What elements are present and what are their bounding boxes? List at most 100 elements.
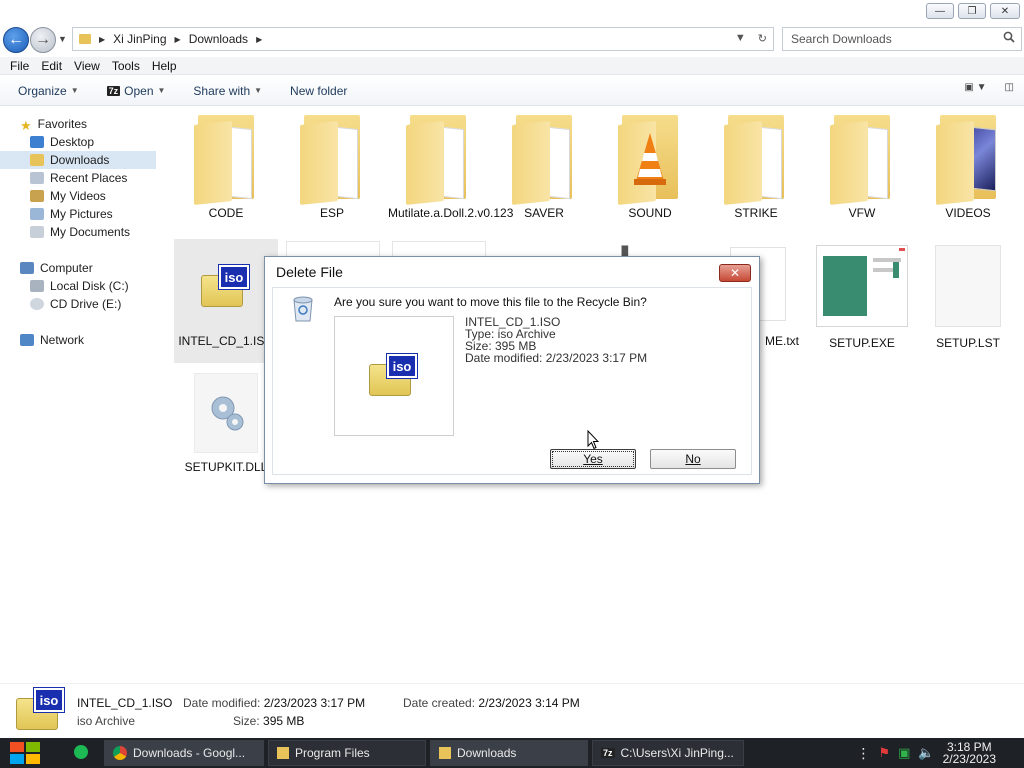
- file-item[interactable]: ESP: [282, 113, 382, 219]
- search-icon[interactable]: [1003, 31, 1015, 43]
- taskbar-app-7zip[interactable]: 7z C:\Users\Xi JinPing...: [592, 740, 744, 766]
- exe-thumbnail-icon: [816, 245, 908, 327]
- nav-network[interactable]: Network: [0, 331, 156, 349]
- address-row: ← → ▼ ▶ Xi JinPing ▶ Downloads ▶ ▼ ↻ Sea…: [0, 24, 1024, 56]
- chevron-down-icon: ▼: [157, 86, 166, 95]
- details-file-name: INTEL_CD_1.ISO: [77, 696, 173, 710]
- nav-downloads[interactable]: Downloads: [0, 151, 156, 169]
- change-view-icon[interactable]: ▣ ▼: [964, 82, 986, 93]
- traffic-cone-icon: [634, 133, 666, 185]
- taskbar-app-label: Downloads - Googl...: [133, 746, 246, 760]
- preview-pane-icon[interactable]: ◫: [1005, 82, 1014, 93]
- forward-button[interactable]: →: [30, 27, 56, 53]
- nav-local-disk[interactable]: Local Disk (C:): [0, 277, 156, 295]
- start-button[interactable]: [8, 740, 42, 766]
- breadcrumb-user[interactable]: Xi JinPing: [113, 32, 166, 46]
- nav-my-videos[interactable]: My Videos: [0, 187, 156, 205]
- menu-edit[interactable]: Edit: [35, 59, 68, 73]
- file-name: ESP: [319, 206, 344, 220]
- iso-file-icon: iso: [16, 687, 66, 732]
- clock-date: 2/23/2023: [942, 752, 996, 766]
- nav-favorites[interactable]: ★ Favorites: [20, 115, 176, 133]
- address-bar[interactable]: ▶ Xi JinPing ▶ Downloads ▶ ▼ ↻: [72, 27, 774, 51]
- menu-file[interactable]: File: [4, 59, 35, 73]
- details-size-value: 395 MB: [263, 714, 305, 728]
- more-icon[interactable]: ⋮: [856, 745, 870, 762]
- organize-button[interactable]: Organize ▼: [10, 84, 87, 98]
- menu-view[interactable]: View: [68, 59, 106, 73]
- taskbar-app-label: Downloads: [457, 746, 517, 760]
- new-folder-label: New folder: [290, 83, 348, 98]
- no-label: No: [685, 452, 701, 466]
- 7zip-icon: 7z: [601, 748, 615, 758]
- file-item[interactable]: STRIKE: [706, 113, 806, 219]
- nav-my-documents[interactable]: My Documents: [0, 223, 156, 241]
- view-controls: ▣ ▼ ◫: [964, 82, 1014, 93]
- chevron-right-icon[interactable]: ▶: [175, 35, 181, 44]
- clock[interactable]: 3:18 PM 2/23/2023: [943, 741, 996, 765]
- file-item[interactable]: SOUND: [600, 113, 700, 219]
- minimize-button[interactable]: —: [926, 3, 954, 19]
- file-item[interactable]: CODE: [176, 113, 276, 219]
- recent-places-icon: [30, 172, 44, 184]
- navigation-pane: ★ Favorites Desktop Downloads Recent Pla…: [0, 107, 158, 682]
- folder-icon: [724, 113, 788, 205]
- file-name: SETUP.EXE: [829, 336, 895, 350]
- file-item[interactable]: SETUPKIT.DLL: [176, 373, 276, 473]
- back-button[interactable]: ←: [3, 27, 29, 53]
- file-name: VFW: [848, 206, 876, 220]
- recent-pages-dropdown[interactable]: ▼: [58, 34, 67, 44]
- maximize-button[interactable]: ❐: [958, 3, 986, 19]
- yes-button[interactable]: Yes: [550, 449, 636, 469]
- search-placeholder: Search Downloads: [791, 32, 892, 46]
- file-item[interactable]: Mutilate.a.Doll.2.v0.123: [388, 113, 514, 220]
- nav-my-pictures[interactable]: My Pictures: [0, 205, 156, 223]
- nav-desktop[interactable]: Desktop: [0, 133, 156, 151]
- address-history-dropdown[interactable]: ▼: [735, 32, 746, 45]
- taskbar-app-chrome[interactable]: Downloads - Googl...: [104, 740, 264, 766]
- nav-computer[interactable]: Computer: [0, 259, 156, 277]
- nav-cd-drive[interactable]: CD Drive (E:): [0, 295, 156, 313]
- file-item-selected[interactable]: iso INTEL_CD_1.ISO: [174, 239, 278, 363]
- volume-icon[interactable]: 🔈: [918, 745, 934, 761]
- network-status-icon[interactable]: ▣: [898, 745, 910, 761]
- chevron-right-icon[interactable]: ▶: [256, 35, 262, 44]
- nav-computer-label: Computer: [40, 261, 93, 275]
- taskbar-app-program-files[interactable]: Program Files: [268, 740, 426, 766]
- taskbar-app-label: C:\Users\Xi JinPing...: [620, 746, 734, 760]
- share-with-button[interactable]: Share with ▼: [185, 84, 270, 98]
- menu-tools[interactable]: Tools: [106, 59, 146, 73]
- refresh-icon[interactable]: ↻: [758, 32, 767, 45]
- taskbar-app-downloads[interactable]: Downloads: [430, 740, 588, 766]
- dialog-close-button[interactable]: ✕: [719, 264, 751, 282]
- yes-label: Yes: [552, 451, 634, 467]
- file-name: Mutilate.a.Doll.2.v0.123: [388, 206, 514, 220]
- file-item[interactable]: VIDEOS: [918, 113, 1018, 219]
- details-created-value: 2/23/2023 3:14 PM: [478, 696, 580, 710]
- arrow-right-icon: →: [35, 31, 51, 48]
- flag-icon[interactable]: ⚑: [878, 745, 890, 761]
- file-name: VIDEOS: [945, 206, 991, 220]
- file-item[interactable]: SAVER: [494, 113, 594, 219]
- nav-recent-places[interactable]: Recent Places: [0, 169, 156, 187]
- file-name: CODE: [208, 206, 244, 220]
- search-input[interactable]: Search Downloads: [782, 27, 1022, 51]
- file-item[interactable]: VFW: [812, 113, 912, 219]
- file-item[interactable]: SETUP.EXE: [812, 245, 912, 349]
- menu-help[interactable]: Help: [146, 59, 183, 73]
- taskbar: Downloads - Googl... Program Files Downl…: [0, 738, 1024, 768]
- breadcrumb-downloads[interactable]: Downloads: [189, 32, 248, 46]
- details-created: Date created: 2/23/2023 3:14 PM: [403, 696, 580, 710]
- file-item[interactable]: SETUP.LST: [918, 245, 1018, 349]
- nav-recent-label: Recent Places: [50, 171, 128, 185]
- spotify-icon[interactable]: [74, 745, 88, 759]
- no-button[interactable]: No: [650, 449, 736, 469]
- folder-icon: [194, 113, 258, 205]
- new-folder-button[interactable]: New folder: [282, 84, 355, 98]
- details-modified-label: Date modified:: [183, 696, 261, 710]
- close-button[interactable]: ✕: [990, 3, 1020, 19]
- menu-bar: File Edit View Tools Help: [0, 57, 1024, 75]
- folder-icon: [300, 113, 364, 205]
- chevron-right-icon[interactable]: ▶: [99, 35, 105, 44]
- open-button[interactable]: 7z Open ▼: [99, 84, 174, 98]
